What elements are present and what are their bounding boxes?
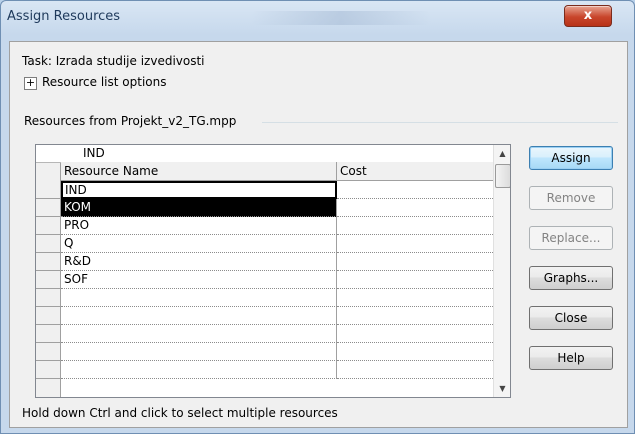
cost-cell[interactable]	[337, 271, 493, 289]
row-header[interactable]	[36, 199, 60, 217]
row-header[interactable]	[36, 235, 60, 253]
grid-edit-value[interactable]: IND	[83, 146, 105, 160]
scroll-up-icon[interactable]: ▲	[494, 145, 510, 162]
resource-name-cell[interactable]: PRO	[61, 217, 337, 235]
title-bar[interactable]: Assign Resources x	[1, 1, 634, 35]
title-bar-blur	[251, 11, 431, 25]
row-header[interactable]	[36, 271, 60, 289]
replace-button[interactable]: Replace...	[529, 226, 613, 250]
cost-cell[interactable]	[337, 181, 493, 199]
row-header[interactable]	[36, 217, 60, 235]
cost-cell[interactable]	[337, 253, 493, 271]
grid-header: Resource Name Cost	[61, 162, 493, 181]
row-header[interactable]	[36, 181, 60, 199]
column-header-resource-name[interactable]: Resource Name	[61, 162, 337, 180]
table-row[interactable]	[36, 343, 493, 361]
table-row[interactable]	[36, 289, 493, 307]
resource-name-cell[interactable]	[61, 325, 337, 343]
remove-button[interactable]: Remove	[529, 186, 613, 210]
cost-cell[interactable]	[337, 325, 493, 343]
table-row[interactable]	[36, 361, 493, 379]
resource-name-cell[interactable]: SOF	[61, 271, 337, 289]
resource-name-cell[interactable]	[61, 361, 337, 379]
group-divider	[262, 122, 618, 123]
table-row[interactable]: Q	[36, 235, 493, 253]
row-header[interactable]	[36, 361, 60, 379]
cost-cell[interactable]	[337, 217, 493, 235]
task-label: Task: Izrada studije izvedivosti	[22, 54, 205, 68]
grid-edit-bar[interactable]: IND	[36, 145, 493, 163]
table-row[interactable]	[36, 325, 493, 343]
close-icon: x	[583, 8, 593, 23]
row-header[interactable]	[36, 253, 60, 271]
window-title: Assign Resources	[7, 9, 121, 24]
assign-resources-dialog: Assign Resources x Task: Izrada studije …	[0, 0, 635, 434]
table-row[interactable]: R&D	[36, 253, 493, 271]
grid-vertical-scrollbar[interactable]: ▲ ▼	[493, 145, 510, 397]
row-header[interactable]	[36, 307, 60, 325]
cost-cell[interactable]	[337, 343, 493, 361]
resource-list-options-toggle[interactable]: Resource list options	[42, 75, 166, 89]
row-header[interactable]	[36, 325, 60, 343]
resource-name-cell[interactable]	[61, 289, 337, 307]
table-row[interactable]: IND	[36, 181, 493, 199]
assign-button[interactable]: Assign	[529, 146, 613, 170]
table-row[interactable]	[36, 307, 493, 325]
cost-cell[interactable]	[337, 289, 493, 307]
expand-icon[interactable]: +	[24, 77, 37, 90]
help-button[interactable]: Help	[529, 346, 613, 370]
cost-cell[interactable]	[337, 307, 493, 325]
scroll-thumb[interactable]	[495, 164, 510, 188]
row-header[interactable]	[36, 289, 60, 307]
resource-name-cell[interactable]: Q	[61, 235, 337, 253]
resource-name-cell[interactable]	[61, 343, 337, 361]
cost-cell[interactable]	[337, 361, 493, 379]
resource-name-cell[interactable]	[61, 307, 337, 325]
resources-group-label: Resources from Projekt_v2_TG.mpp	[24, 114, 237, 128]
resource-name-cell[interactable]: R&D	[61, 253, 337, 271]
resource-name-cell[interactable]: KOM	[61, 199, 337, 217]
resource-grid[interactable]: IND Resource Name Cost IND KOM PRO Q R&D…	[35, 144, 511, 398]
cost-cell[interactable]	[337, 199, 493, 217]
scroll-down-icon[interactable]: ▼	[494, 380, 510, 397]
column-header-cost[interactable]: Cost	[337, 162, 493, 180]
table-row[interactable]: KOM	[36, 199, 493, 217]
resource-name-cell[interactable]: IND	[61, 181, 337, 199]
table-row[interactable]: SOF	[36, 271, 493, 289]
cost-cell[interactable]	[337, 235, 493, 253]
row-header[interactable]	[36, 343, 60, 361]
window-close-button[interactable]: x	[564, 5, 612, 27]
close-button[interactable]: Close	[529, 306, 613, 330]
table-row[interactable]: PRO	[36, 217, 493, 235]
dialog-body: Task: Izrada studije izvedivosti + Resou…	[9, 41, 628, 428]
graphs-button[interactable]: Graphs...	[529, 266, 613, 290]
selection-hint: Hold down Ctrl and click to select multi…	[22, 406, 338, 420]
